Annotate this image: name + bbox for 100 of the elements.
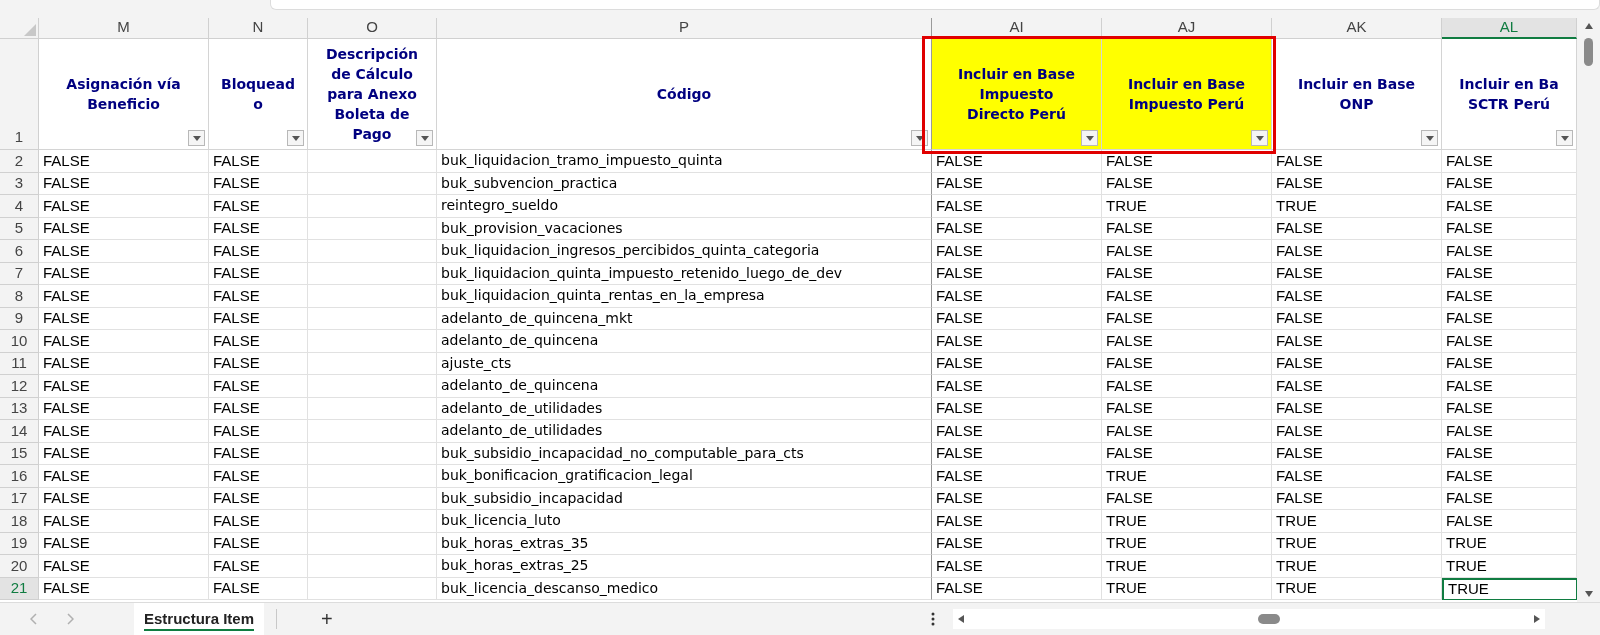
- caret-icon: [1255, 135, 1264, 141]
- table-cell: FALSE: [39, 330, 209, 353]
- row-header[interactable]: 10: [0, 330, 39, 353]
- table-cell: FALSE: [209, 285, 308, 308]
- row-header[interactable]: 8: [0, 285, 39, 308]
- row-header[interactable]: 21: [0, 577, 39, 600]
- table-cell: FALSE: [1102, 262, 1272, 285]
- table-cell: FALSE: [932, 577, 1102, 600]
- table-cell: buk_liquidacion_quinta_impuesto_retenido_luego_de_dev: [437, 262, 932, 285]
- row-header[interactable]: 1: [0, 39, 39, 150]
- table-cell: FALSE: [932, 510, 1102, 533]
- more-options-icon[interactable]: [930, 612, 935, 626]
- scroll-left-icon[interactable]: [956, 614, 965, 624]
- table-cell: FALSE: [39, 172, 209, 195]
- table-cell: FALSE: [39, 532, 209, 555]
- row-header[interactable]: 15: [0, 442, 39, 465]
- table-cell: FALSE: [1102, 307, 1272, 330]
- column-header[interactable]: O: [308, 18, 437, 39]
- table-cell: FALSE: [1272, 487, 1442, 510]
- row-header[interactable]: 7: [0, 262, 39, 285]
- row-header[interactable]: 6: [0, 240, 39, 263]
- caret-icon: [1425, 135, 1434, 141]
- table-cell: reintegro_sueldo: [437, 195, 932, 218]
- scrollbar-thumb[interactable]: [1584, 38, 1593, 66]
- row-header[interactable]: 20: [0, 555, 39, 578]
- table-cell: FALSE: [932, 397, 1102, 420]
- table-cell: FALSE: [39, 487, 209, 510]
- table-cell: FALSE: [932, 262, 1102, 285]
- column-header[interactable]: M: [39, 18, 209, 39]
- table-cell: FALSE: [932, 172, 1102, 195]
- row-header[interactable]: 4: [0, 195, 39, 218]
- table-cell: FALSE: [1272, 240, 1442, 263]
- scrollbar-thumb[interactable]: [1257, 614, 1280, 624]
- table-cell: FALSE: [1102, 352, 1272, 375]
- table-cell: FALSE: [39, 195, 209, 218]
- table-cell: adelanto_de_quincena_mkt: [437, 307, 932, 330]
- column-heading: Incluir en Base ONP: [1297, 75, 1416, 114]
- filter-dropdown-button[interactable]: [416, 130, 433, 146]
- table-cell: FALSE: [1272, 330, 1442, 353]
- table-cell: FALSE: [209, 442, 308, 465]
- table-cell: FALSE: [932, 532, 1102, 555]
- row-header[interactable]: 12: [0, 375, 39, 398]
- row-header[interactable]: 13: [0, 397, 39, 420]
- table-cell: FALSE: [1102, 240, 1272, 263]
- scroll-up-icon[interactable]: [1583, 22, 1594, 30]
- filter-dropdown-button[interactable]: [1251, 130, 1268, 146]
- table-cell: FALSE: [209, 487, 308, 510]
- table-cell: FALSE: [1272, 262, 1442, 285]
- filter-dropdown-button[interactable]: [1421, 130, 1438, 146]
- row-header[interactable]: 16: [0, 465, 39, 488]
- row-header[interactable]: 18: [0, 510, 39, 533]
- table-cell: FALSE: [209, 375, 308, 398]
- scroll-down-icon[interactable]: [1583, 590, 1594, 598]
- column-heading: Descripción de Cálculo para Anexo Boleta de Pago: [325, 45, 419, 144]
- scroll-right-icon[interactable]: [1532, 614, 1541, 624]
- row-header[interactable]: 19: [0, 532, 39, 555]
- filter-dropdown-button[interactable]: [287, 130, 304, 146]
- table-cell: FALSE: [39, 352, 209, 375]
- caret-icon: [291, 135, 300, 141]
- table-cell: FALSE: [1102, 330, 1272, 353]
- vertical-scrollbar[interactable]: [1577, 18, 1600, 602]
- table-cell: FALSE: [39, 420, 209, 443]
- row-header[interactable]: 5: [0, 217, 39, 240]
- filter-dropdown-button[interactable]: [188, 130, 205, 146]
- table-cell: buk_subvencion_practica: [437, 172, 932, 195]
- table-cell: buk_licencia_luto: [437, 510, 932, 533]
- filter-dropdown-button[interactable]: [1556, 130, 1573, 146]
- row-header[interactable]: 2: [0, 150, 39, 173]
- row-header[interactable]: 14: [0, 420, 39, 443]
- table-cell: FALSE: [39, 397, 209, 420]
- table-cell: FALSE: [209, 420, 308, 443]
- table-cell: FALSE: [209, 397, 308, 420]
- column-heading: Incluir en Base Impuesto Directo Perú: [957, 65, 1076, 124]
- table-cell: TRUE: [1272, 532, 1442, 555]
- add-sheet-button[interactable]: +: [321, 609, 333, 629]
- table-cell: FALSE: [1272, 465, 1442, 488]
- caret-icon: [1560, 135, 1569, 141]
- column-header[interactable]: P: [437, 18, 932, 39]
- table-cell: TRUE: [1102, 555, 1272, 578]
- table-cell: TRUE: [1102, 510, 1272, 533]
- filter-dropdown-button[interactable]: [1081, 130, 1098, 146]
- table-cell: buk_horas_extras_25: [437, 555, 932, 578]
- column-header[interactable]: AK: [1272, 18, 1442, 39]
- row-header[interactable]: 17: [0, 487, 39, 510]
- table-cell: FALSE: [39, 150, 209, 173]
- row-header[interactable]: 3: [0, 172, 39, 195]
- column-header[interactable]: N: [209, 18, 308, 39]
- row-header[interactable]: 9: [0, 307, 39, 330]
- table-cell: buk_provision_vacaciones: [437, 217, 932, 240]
- table-cell: FALSE: [209, 532, 308, 555]
- table-cell: FALSE: [39, 285, 209, 308]
- table-cell: FALSE: [1102, 150, 1272, 173]
- table-cell: FALSE: [39, 262, 209, 285]
- row-header[interactable]: 11: [0, 352, 39, 375]
- table-cell: buk_liquidacion_tramo_impuesto_quinta: [437, 150, 932, 173]
- column-header[interactable]: AL: [1442, 18, 1577, 39]
- table-cell[interactable]: TRUE: [1442, 577, 1577, 600]
- caret-icon: [192, 135, 201, 141]
- sheet-tab[interactable]: Estructura Item: [134, 603, 265, 635]
- horizontal-scrollbar[interactable]: [952, 609, 1545, 629]
